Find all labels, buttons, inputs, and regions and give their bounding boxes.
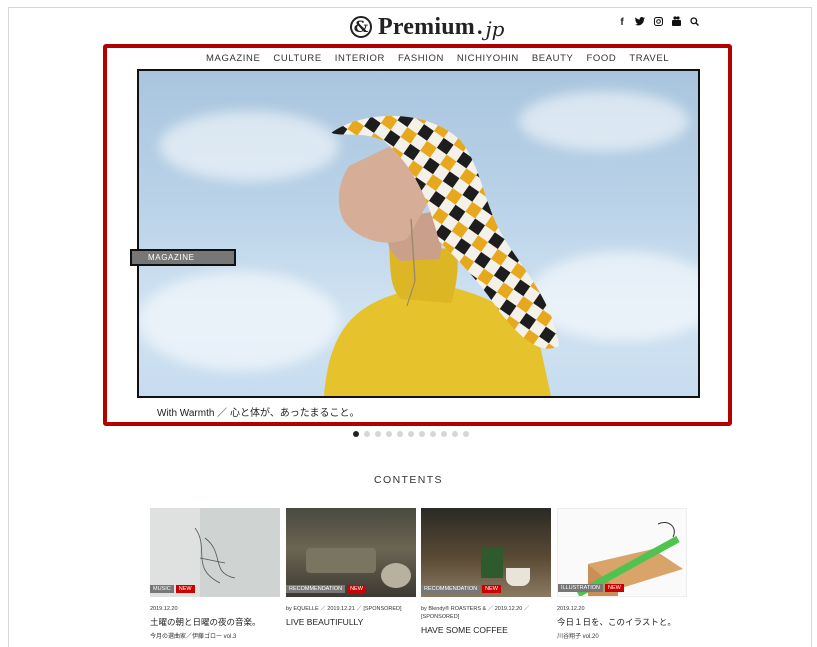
contents-heading: CONTENTS (374, 474, 443, 486)
carousel-dot[interactable] (408, 431, 414, 437)
nav-item-magazine[interactable]: MAGAZINE (206, 53, 260, 64)
card-meta: by EQUELLE ／ 2019.12.21 ／ [SPONSORED] (286, 606, 402, 612)
nav-item-food[interactable]: FOOD (586, 53, 616, 64)
card-meta: 2019.12.20 (150, 606, 178, 612)
carousel-dot[interactable] (419, 431, 425, 437)
logo-suffix: jp (485, 17, 505, 41)
card-category: ILLUSTRATION NEW (558, 584, 624, 592)
nav-item-fashion[interactable]: FASHION (398, 53, 444, 64)
card-title[interactable]: 土曜の朝と日曜の夜の音楽。 (150, 617, 280, 628)
carousel-dot[interactable] (397, 431, 403, 437)
nav-item-travel[interactable]: TRAVEL (629, 53, 669, 64)
card-thumbnail[interactable]: MUSIC NEW (150, 508, 280, 597)
card-title[interactable]: LIVE BEAUTIFULLY (286, 617, 416, 628)
nav-item-beauty[interactable]: BEAUTY (532, 53, 574, 64)
hero-caption[interactable]: With Warmth ／ 心と体が、あったまること。 (157, 404, 359, 419)
carousel-dot[interactable] (386, 431, 392, 437)
card-meta: 2019.12.20 (557, 606, 585, 612)
content-card[interactable]: ILLUSTRATION NEW 2019.12.20 今日１日を、このイラストと… (557, 508, 687, 640)
card-subtitle: 川谷翔子 vol.20 (557, 634, 599, 640)
carousel-dot[interactable] (441, 431, 447, 437)
card-category: RECOMMENDATION NEW (421, 585, 501, 593)
card-title[interactable]: HAVE SOME COFFEE (421, 625, 551, 636)
hero-woman-illustration (324, 115, 559, 396)
instagram-icon[interactable] (653, 16, 663, 29)
hero-image[interactable] (137, 69, 700, 398)
carousel-dot[interactable] (463, 431, 469, 437)
social-links: f (617, 16, 699, 29)
carousel-dot[interactable] (364, 431, 370, 437)
card-title[interactable]: 今日１日を、このイラストと。 (557, 617, 687, 628)
card-category: MUSIC NEW (150, 585, 195, 593)
carousel-dots (353, 431, 469, 437)
twitter-icon[interactable] (635, 16, 645, 29)
nav-item-nichiyohin[interactable]: NICHIYOHIN (457, 53, 519, 64)
nav-item-interior[interactable]: INTERIOR (335, 53, 385, 64)
card-thumbnail[interactable]: ILLUSTRATION NEW (557, 508, 687, 597)
card-category: RECOMMENDATION NEW (286, 585, 366, 593)
facebook-icon[interactable]: f (617, 17, 627, 28)
logo-word: Premium (378, 13, 475, 40)
nav-item-culture[interactable]: CULTURE (273, 53, 321, 64)
content-card[interactable]: RECOMMENDATION NEW by Blendy® ROASTERS & … (421, 508, 551, 636)
hero-category-badge[interactable]: MAGAZINE (130, 249, 236, 266)
search-icon[interactable] (689, 16, 699, 29)
app-icon[interactable] (671, 16, 681, 29)
site-logo[interactable]: & Premium . jp MAGAZINE & LIFESTYLE (350, 13, 505, 48)
card-subtitle: 今月の選曲家／伊藤ゴロー vol.3 (150, 634, 237, 640)
content-card[interactable]: RECOMMENDATION NEW by EQUELLE ／ 2019.12.2… (286, 508, 416, 628)
card-thumbnail[interactable]: RECOMMENDATION NEW (286, 508, 416, 597)
carousel-dot[interactable] (375, 431, 381, 437)
carousel-dot[interactable] (430, 431, 436, 437)
card-meta: by Blendy® ROASTERS & ／ 2019.12.20 ／ [SP… (421, 606, 530, 620)
carousel-dot[interactable] (353, 431, 359, 437)
content-card[interactable]: MUSIC NEW 2019.12.20 土曜の朝と日曜の夜の音楽。 今月の選曲家… (150, 508, 280, 640)
main-nav: MAGAZINE CULTURE INTERIOR FASHION NICHIY… (206, 53, 669, 64)
logo-dot: . (476, 14, 483, 39)
logo-mark: & (350, 16, 372, 38)
carousel-dot[interactable] (452, 431, 458, 437)
card-thumbnail[interactable]: RECOMMENDATION NEW (421, 508, 551, 597)
